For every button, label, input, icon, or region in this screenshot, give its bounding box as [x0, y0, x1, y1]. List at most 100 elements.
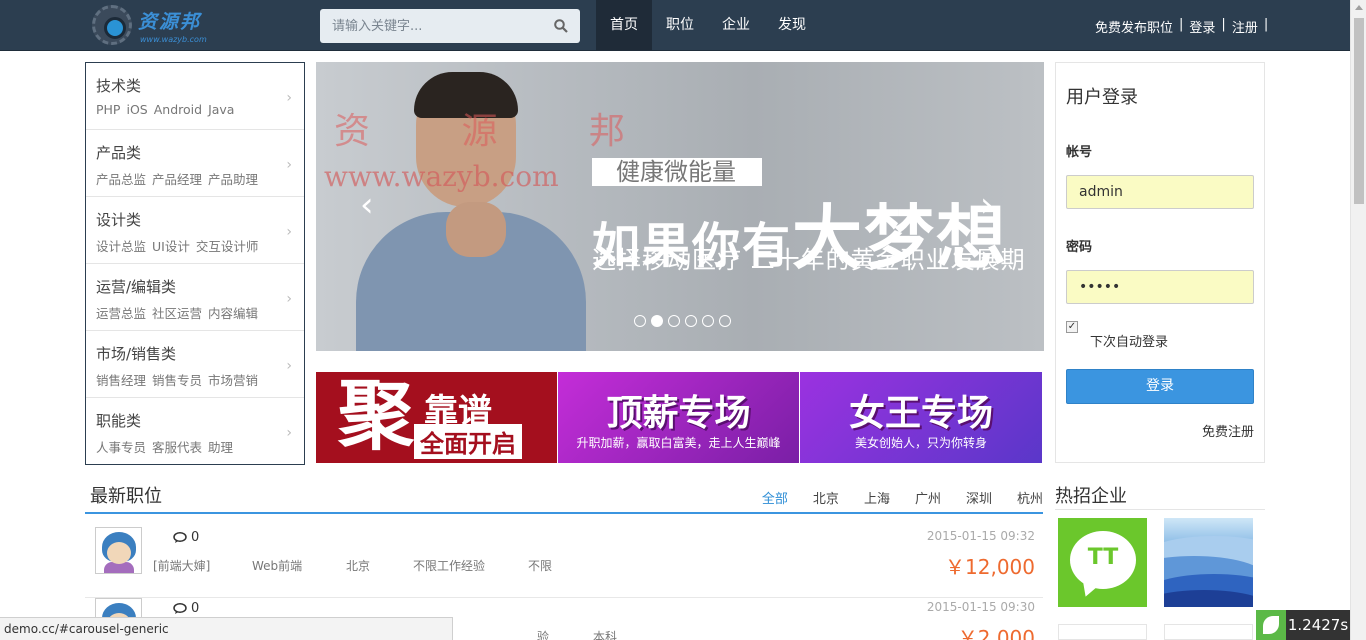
site-logo[interactable]: 资源邦 www.wazyb.com	[92, 3, 222, 47]
job-row[interactable]: 0 [前端大婶] Web前端 北京 不限工作经验 不限 2015-01-15 0…	[85, 527, 1043, 598]
category-tag[interactable]: 交互设计师	[196, 236, 259, 255]
comment-count[interactable]: 0	[173, 601, 199, 616]
search-icon[interactable]	[554, 19, 568, 33]
company-logo-text: TT	[1087, 545, 1119, 570]
city-tab-all[interactable]: 全部	[762, 488, 788, 507]
category-tag[interactable]: 运营总监	[96, 303, 146, 322]
load-timer: 1.2427s	[1286, 610, 1350, 640]
carousel-dot[interactable]	[634, 315, 646, 327]
category-tag[interactable]: 销售专员	[152, 370, 202, 389]
city-tab-beijing[interactable]: 北京	[813, 488, 839, 507]
category-tag[interactable]: 助理	[208, 437, 233, 456]
link-separator: |	[1179, 17, 1184, 32]
post-job-link[interactable]: 免费发布职位	[1095, 17, 1173, 36]
banner-top-salary[interactable]: 顶薪专场 升职加薪，赢取白富美，走上人生巅峰	[558, 372, 799, 463]
category-item-operations[interactable]: 运营/编辑类 运营总监 社区运营 内容编辑 ›	[86, 264, 304, 331]
search-input[interactable]	[320, 9, 540, 43]
category-item-product[interactable]: 产品类 产品总监 产品经理 产品助理 ›	[86, 130, 304, 197]
city-tab-guangzhou[interactable]: 广州	[915, 488, 941, 507]
category-item-functions[interactable]: 职能类 人事专员 客服代表 助理 ›	[86, 398, 304, 465]
company-logo[interactable]	[1058, 624, 1147, 640]
hot-companies-title: 热招企业	[1055, 486, 1127, 507]
chevron-right-icon: ›	[286, 224, 292, 240]
carousel-dot-active[interactable]	[651, 315, 663, 327]
logo-url: www.wazyb.com	[140, 35, 207, 44]
comment-icon	[173, 602, 187, 614]
category-menu: 技术类 PHP iOS Android Java › 产品类 产品总监 产品经理…	[85, 62, 305, 465]
category-tag[interactable]: 内容编辑	[208, 303, 258, 322]
password-label: 密码	[1066, 240, 1093, 255]
company-logo[interactable]	[1164, 624, 1253, 640]
banner-subtitle: 升职加薪，赢取白富美，走上人生巅峰	[576, 436, 781, 450]
avatar[interactable]	[95, 527, 142, 574]
job-position[interactable]: Web前端	[252, 557, 346, 574]
main-nav: 首页 职位 企业 发现	[596, 0, 820, 51]
carousel-dot[interactable]	[668, 315, 680, 327]
category-item-design[interactable]: 设计类 设计总监 UI设计 交互设计师 ›	[86, 197, 304, 264]
category-tag[interactable]: 产品经理	[152, 169, 202, 188]
nav-jobs[interactable]: 职位	[652, 0, 708, 51]
register-link[interactable]: 注册	[1232, 17, 1258, 36]
city-tab-shenzhen[interactable]: 深圳	[966, 488, 992, 507]
login-link[interactable]: 登录	[1189, 17, 1215, 36]
comment-count[interactable]: 0	[173, 530, 199, 545]
chevron-right-icon: ›	[286, 291, 292, 307]
banner-title: 顶薪专场	[606, 393, 751, 434]
scroll-up-arrow-icon[interactable]	[1355, 5, 1363, 10]
logo-gear-icon	[92, 5, 132, 45]
category-tag[interactable]: Java	[208, 102, 234, 117]
chevron-right-icon: ›	[286, 425, 292, 441]
comment-count-value: 0	[191, 530, 200, 545]
promo-banners: 聚 靠谱 全面开启 顶薪专场 升职加薪，赢取白富美，走上人生巅峰 女王专场 美女…	[316, 372, 1042, 463]
carousel-dot[interactable]	[685, 315, 697, 327]
nav-companies[interactable]: 企业	[708, 0, 764, 51]
category-tag[interactable]: UI设计	[152, 236, 190, 255]
category-tag[interactable]: 销售经理	[96, 370, 146, 389]
company-logo-mountains[interactable]	[1164, 518, 1253, 607]
chevron-right-icon: ›	[286, 157, 292, 173]
username-input[interactable]	[1066, 175, 1254, 209]
category-item-sales[interactable]: 市场/销售类 销售经理 销售专员 市场营销 ›	[86, 331, 304, 398]
hero-carousel[interactable]: 资 源 邦 www.wazyb.com 健康微能量 如果你有大梦想 选择移动医疗…	[316, 62, 1044, 351]
city-tab-shanghai[interactable]: 上海	[864, 488, 890, 507]
banner-title: 女王专场	[848, 393, 993, 434]
category-item-tech[interactable]: 技术类 PHP iOS Android Java ›	[86, 63, 304, 130]
password-input[interactable]	[1066, 270, 1254, 304]
scrollbar-thumb[interactable]	[1354, 18, 1364, 204]
category-title: 产品类	[96, 144, 142, 162]
category-tag[interactable]: PHP	[96, 102, 120, 117]
banner-reliable[interactable]: 聚 靠谱 全面开启	[316, 372, 557, 463]
carousel-next-arrow-icon[interactable]: ›	[980, 188, 994, 222]
carousel-dot[interactable]	[702, 315, 714, 327]
category-tag[interactable]: 人事专员	[96, 437, 146, 456]
latest-jobs-title: 最新职位	[90, 486, 162, 507]
nav-discover[interactable]: 发现	[764, 0, 820, 51]
category-tag[interactable]: 客服代表	[152, 437, 202, 456]
remember-checkbox[interactable]: ✓	[1066, 321, 1078, 333]
category-tag[interactable]: 社区运营	[152, 303, 202, 322]
category-tag[interactable]: iOS	[126, 102, 147, 117]
top-navbar: 资源邦 www.wazyb.com 首页 职位 企业 发现 免费发布职位 | 登…	[0, 0, 1350, 51]
category-tag[interactable]: 设计总监	[96, 236, 146, 255]
job-experience: 不限工作经验	[413, 559, 486, 573]
category-tag[interactable]: 市场营销	[208, 370, 258, 389]
page-scrollbar[interactable]	[1350, 0, 1366, 640]
nav-home[interactable]: 首页	[596, 0, 652, 51]
hot-companies-header: 热招企业	[1055, 478, 1265, 510]
category-tag[interactable]: 产品总监	[96, 169, 146, 188]
company-logo-tt[interactable]: TT	[1058, 518, 1147, 607]
link-separator: |	[1263, 17, 1269, 32]
login-button[interactable]: 登录	[1066, 369, 1254, 404]
comment-count-value: 0	[191, 601, 200, 616]
job-salary: ￥12,000	[945, 555, 1035, 579]
latest-jobs-header: 最新职位 全部 北京 上海 广州 深圳 杭州	[85, 478, 1043, 514]
banner-queen[interactable]: 女王专场 美女创始人，只为你转身	[800, 372, 1042, 463]
city-tab-hangzhou[interactable]: 杭州	[1017, 488, 1043, 507]
category-tag[interactable]: 产品助理	[208, 169, 258, 188]
job-education: 本科	[593, 630, 618, 640]
carousel-prev-arrow-icon[interactable]: ‹	[360, 188, 374, 222]
carousel-dot[interactable]	[719, 315, 731, 327]
free-register-link[interactable]: 免费注册	[1202, 421, 1254, 440]
category-tag[interactable]: Android	[154, 102, 202, 117]
job-author[interactable]: [前端大婶]	[153, 557, 252, 574]
